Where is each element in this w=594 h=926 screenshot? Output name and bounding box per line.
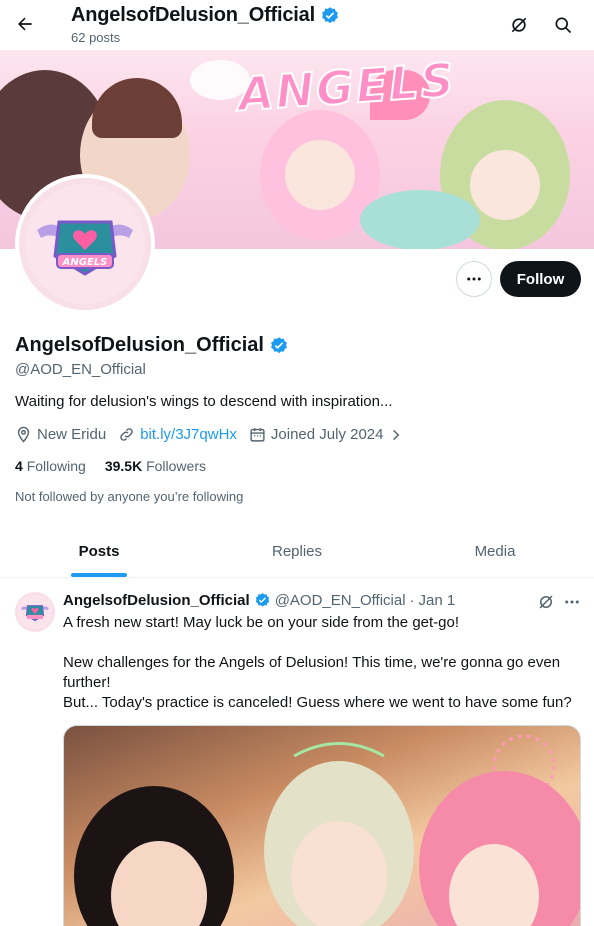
website-item[interactable]: bit.ly/3J7qwHx <box>118 426 237 443</box>
tweet-text: A fresh new start! May luck be on your s… <box>63 613 583 713</box>
followers-count: 39.5K <box>104 458 143 474</box>
chevron-right-icon <box>392 429 399 440</box>
joined-item[interactable]: Joined July 2024 <box>249 426 403 443</box>
angels-logo-icon: ANGELS <box>25 184 145 304</box>
angels-logo-icon <box>17 594 53 630</box>
tweet-grok-button[interactable] <box>535 591 557 613</box>
top-bar: AngelsofDelusion_Official 62 posts <box>0 0 594 50</box>
tab-media[interactable]: Media <box>396 526 594 577</box>
followers-label: Followers <box>146 458 206 474</box>
tweet-header: AngelsofDelusion_Official @AOD_EN_Offici… <box>63 592 455 609</box>
verified-badge-icon <box>254 592 271 609</box>
profile-bio: Waiting for delusion's wings to descend … <box>15 393 393 410</box>
tweet-media-illustration <box>74 734 580 926</box>
following-label: Following <box>26 458 86 474</box>
tweet-line: A fresh new start! May luck be on your s… <box>63 614 460 631</box>
tab-replies[interactable]: Replies <box>198 526 396 577</box>
verified-badge-icon[interactable] <box>269 336 289 356</box>
profile-meta: New Eridu bit.ly/3J7qwHx Joined July 202… <box>15 426 403 443</box>
grok-icon <box>539 595 553 609</box>
post-count: 62 posts <box>71 30 121 45</box>
grok-icon <box>511 17 527 33</box>
tweet-media-image[interactable] <box>63 725 581 926</box>
following-count: 4 <box>15 458 23 474</box>
verified-badge-icon <box>320 6 340 26</box>
calendar-icon <box>250 428 265 442</box>
profile-tabs: Posts Replies Media <box>0 526 594 578</box>
tweet-avatar[interactable] <box>15 592 55 632</box>
search-icon <box>555 17 572 34</box>
tweet-author[interactable]: AngelsofDelusion_Official <box>63 592 250 609</box>
profile-display-name: AngelsofDelusion_Official <box>15 334 264 356</box>
profile-avatar[interactable]: ANGELS <box>15 174 155 314</box>
location-icon <box>17 426 30 443</box>
tweet-handle[interactable]: @AOD_EN_Official <box>275 592 406 609</box>
link-icon <box>120 428 133 441</box>
back-button[interactable] <box>8 7 42 41</box>
banner-title-art: ANGELS <box>235 51 458 122</box>
tweet-line: But... Today's practice is canceled! Gue… <box>63 694 572 711</box>
followers-stat[interactable]: 39.5K Followers <box>105 458 206 474</box>
more-icon <box>467 277 481 281</box>
tab-posts[interactable]: Posts <box>0 526 198 577</box>
website-link[interactable]: bit.ly/3J7qwHx <box>140 426 237 443</box>
grok-button[interactable] <box>502 8 536 42</box>
following-stat[interactable]: 4 Following <box>15 458 86 474</box>
follow-button[interactable]: Follow <box>500 261 581 297</box>
joined-text: Joined July 2024 <box>270 426 384 443</box>
location-text: New Eridu <box>37 426 107 443</box>
avatar-logo-text: ANGELS <box>62 257 108 268</box>
tweet-line-gap <box>63 633 583 653</box>
back-arrow-icon <box>18 17 32 31</box>
tweet-separator: · <box>409 592 415 609</box>
header-title-text: AngelsofDelusion_Official <box>71 4 315 26</box>
profile-stats: 4 Following 39.5K Followers <box>15 458 206 474</box>
tweet-date[interactable]: Jan 1 <box>419 592 456 609</box>
profile-name: AngelsofDelusion_Official <box>15 334 289 357</box>
header-title: AngelsofDelusion_Official <box>71 4 340 27</box>
more-options-button[interactable] <box>456 261 492 297</box>
profile-handle: @AOD_EN_Official <box>15 361 146 378</box>
search-button[interactable] <box>546 8 580 42</box>
location-item: New Eridu <box>15 426 106 443</box>
tweet-more-button[interactable] <box>561 591 583 613</box>
follow-note: Not followed by anyone you’re following <box>15 489 244 504</box>
tweet-line: New challenges for the Angels of Delusio… <box>63 654 561 691</box>
more-icon <box>565 600 579 604</box>
